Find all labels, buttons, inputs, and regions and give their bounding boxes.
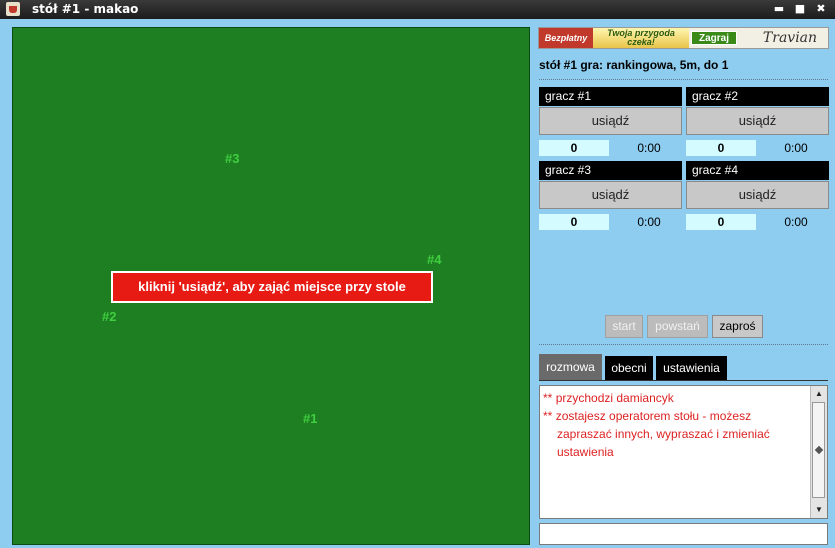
scroll-thumb[interactable] (812, 402, 825, 498)
chat-log[interactable]: ** przychodzi damiancyk ** zostajesz ope… (539, 385, 828, 519)
player-slot-1: gracz #1 usiądź 0 0:00 (539, 87, 682, 156)
game-table[interactable]: #3 #4 #2 #1 kliknij 'usiądź', aby zająć … (12, 27, 530, 545)
chat-scrollbar[interactable]: ▲ ▼ (810, 386, 827, 518)
chat-text: przychodzi damiancyk (555, 391, 674, 405)
chat-input[interactable] (539, 523, 828, 545)
player-score: 0 (686, 140, 756, 156)
window-title: stół #1 - makao (32, 2, 139, 16)
player-name: gracz #4 (686, 161, 829, 180)
tab-chat[interactable]: rozmowa (539, 354, 602, 381)
java-cup-icon (6, 2, 20, 16)
player-score: 0 (539, 140, 609, 156)
player-score: 0 (686, 214, 756, 230)
player-time: 0:00 (637, 215, 661, 229)
scroll-down-icon[interactable]: ▼ (811, 503, 827, 517)
seat-label-2: #2 (102, 309, 117, 324)
close-icon[interactable]: ✖ (812, 1, 830, 17)
chat-line: zapraszać innych, wypraszać i zmieniać (557, 427, 770, 441)
chat-line: ** przychodzi damiancyk (543, 389, 811, 407)
start-button[interactable]: start (605, 315, 643, 338)
banner-slogan: Twoja przygoda czeka! (593, 28, 689, 48)
seat-label-4: #4 (427, 252, 442, 267)
seat-label-1: #1 (303, 411, 318, 426)
tab-underline (539, 380, 828, 381)
tab-present[interactable]: obecni (605, 356, 653, 381)
player-name: gracz #3 (539, 161, 682, 180)
maximize-icon[interactable]: ■ (791, 1, 809, 17)
table-info: stół #1 gra: rankingowa, 5m, do 1 (539, 58, 729, 72)
sit-button-4[interactable]: usiądź (686, 181, 829, 209)
banner-play-button[interactable]: Zagraj (691, 31, 737, 45)
chat-marker: ** (543, 391, 553, 405)
sit-instruction-message: kliknij 'usiądź', aby zająć miejsce przy… (111, 271, 433, 303)
player-time: 0:00 (784, 141, 808, 155)
sit-button-3[interactable]: usiądź (539, 181, 682, 209)
player-score: 0 (539, 214, 609, 230)
player-time: 0:00 (637, 141, 661, 155)
player-name: gracz #1 (539, 87, 682, 106)
player-slot-4: gracz #4 usiądź 0 0:00 (686, 161, 829, 230)
player-slot-3: gracz #3 usiądź 0 0:00 (539, 161, 682, 230)
stand-up-button[interactable]: powstań (647, 315, 708, 338)
scroll-up-icon[interactable]: ▲ (811, 387, 827, 401)
title-bar: stół #1 - makao ▬ ■ ✖ (0, 0, 835, 19)
sit-button-2[interactable]: usiądź (686, 107, 829, 135)
chat-marker: ** (543, 409, 553, 423)
player-time: 0:00 (784, 215, 808, 229)
tab-settings[interactable]: ustawienia (656, 356, 727, 381)
divider (539, 79, 828, 80)
sit-button-1[interactable]: usiądź (539, 107, 682, 135)
player-slot-2: gracz #2 usiądź 0 0:00 (686, 87, 829, 156)
travian-banner[interactable]: Bezpłatny Twoja przygoda czeka! Zagraj T… (538, 27, 829, 49)
player-name: gracz #2 (686, 87, 829, 106)
invite-button[interactable]: zaproś (712, 315, 763, 338)
chat-text: zostajesz operatorem stołu - możesz (555, 409, 752, 423)
divider (539, 344, 828, 345)
chat-line: ** zostajesz operatorem stołu - możesz (543, 407, 811, 425)
banner-free: Bezpłatny (539, 28, 593, 48)
chat-line: ustawienia (557, 445, 614, 459)
minimize-icon[interactable]: ▬ (770, 1, 788, 17)
scroll-grip-icon (814, 445, 824, 455)
seat-label-3: #3 (225, 151, 240, 166)
banner-brand: Travian (762, 30, 818, 46)
